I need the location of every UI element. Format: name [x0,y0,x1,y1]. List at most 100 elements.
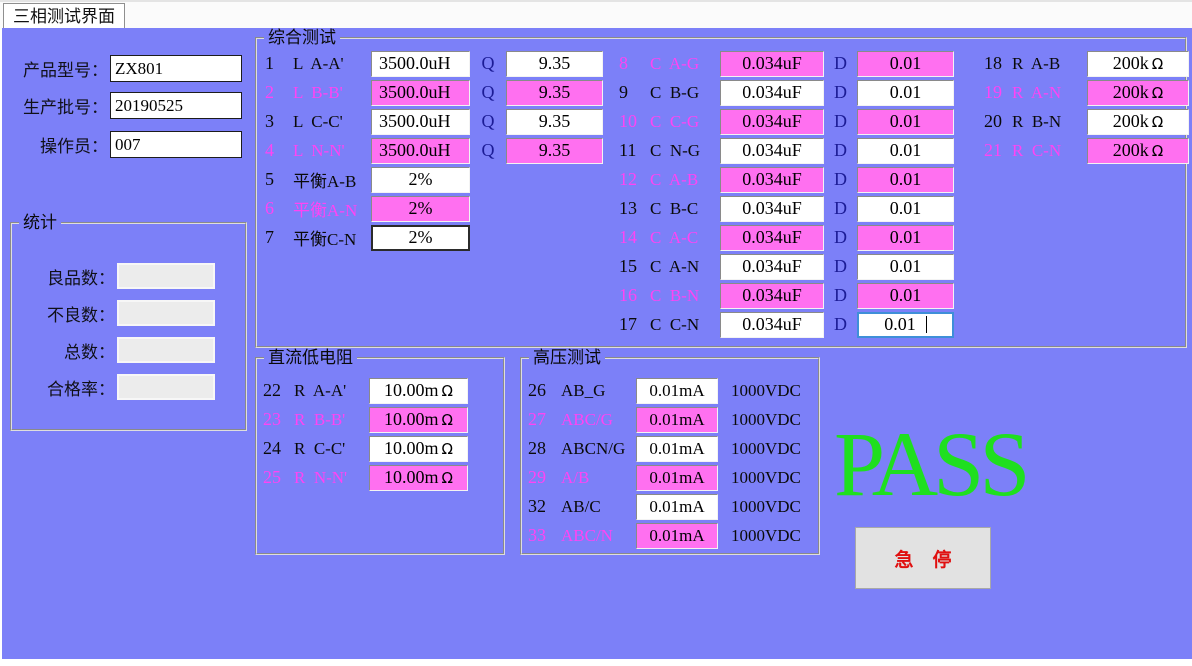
test-point-label: L C-C' [293,112,371,132]
stat-label: 良品数： [20,264,115,289]
test-row: 9 C B-G 0.034uF D 0.01 [619,78,954,107]
measured-value-field[interactable]: 3500.0uH [371,80,470,106]
param-value-field[interactable]: 0.01 [857,283,954,309]
measured-value-field[interactable]: 200kΩ [1087,51,1189,77]
row-number: 21 [984,140,1012,161]
stat-row: 不良数： [20,300,215,326]
param-value-field[interactable]: 0.01 [857,254,954,280]
measured-value-field[interactable]: 10.00mΩ [369,378,468,404]
param-value-field[interactable]: 9.35 [506,80,603,106]
measured-value-field[interactable]: 0.01mA [636,378,718,404]
test-row: 21 R C-N 200kΩ [984,136,1189,165]
param-value-field[interactable]: 9.35 [506,138,603,164]
test-point-label: C C-N [650,315,720,335]
measured-value-field[interactable]: 0.034uF [720,196,824,222]
row-number: 3 [263,111,293,132]
test-row: 25 R N-N' 10.00mΩ [263,463,468,492]
param-value-field[interactable]: 0.01 [857,109,954,135]
measured-value-field[interactable]: 0.034uF [720,51,824,77]
test-point-label: R C-C' [294,439,369,459]
row-number: 17 [619,314,650,335]
measured-value-field[interactable]: 0.034uF [720,312,824,338]
dc-rows: 22 R A-A' 10.00mΩ 23 R B-B' 10.00mΩ 24 R… [263,376,468,492]
measured-value-field[interactable]: 0.034uF [720,138,824,164]
measured-value-field[interactable]: 0.01mA [636,465,718,491]
measured-value-field[interactable]: 200kΩ [1087,80,1189,106]
measured-value-field[interactable]: 10.00mΩ [369,436,468,462]
param-label: D [824,227,857,248]
stat-value-box [117,374,215,400]
stat-row: 良品数： [20,263,215,289]
param-value-field[interactable]: 0.01 [857,51,954,77]
header-field-input[interactable]: ZX801 [110,55,242,82]
tab-three-phase-test[interactable]: 三相测试界面 [3,3,125,29]
stat-label: 总数： [20,338,115,363]
measured-value-field[interactable]: 0.034uF [720,109,824,135]
test-point-label: C A-N [650,257,720,277]
param-value-field[interactable]: 0.01 [857,225,954,251]
test-point-label: C A-B [650,170,720,190]
value-text: 10.00m [384,438,439,459]
test-row: 10 C C-G 0.034uF D 0.01 [619,107,954,136]
inductance-rows: 1 L A-A' 3500.0uH Q 9.35 2 L B-B' 3500.0… [263,49,603,165]
measured-value-field[interactable]: 3500.0uH [371,109,470,135]
row-number: 28 [528,438,561,459]
measured-value-field[interactable]: 3500.0uH [371,51,470,77]
row-number: 16 [619,285,650,306]
test-row: 15 C A-N 0.034uF D 0.01 [619,252,954,281]
param-value-field[interactable]: 0.01 [857,80,954,106]
test-point-label: L A-A' [293,54,371,74]
measured-value-field[interactable]: 2% [371,196,470,222]
test-point-label: C B-C [650,199,720,219]
test-row: 33 ABC/N 0.01mA 1000VDC [528,521,801,550]
test-row: 2 L B-B' 3500.0uH Q 9.35 [263,78,603,107]
test-row: 20 R B-N 200kΩ [984,107,1189,136]
measured-value-field[interactable]: 0.034uF [720,254,824,280]
measured-value-field[interactable]: 0.01mA [636,436,718,462]
measured-value-field[interactable]: 0.034uF [720,80,824,106]
measured-value-field[interactable]: 10.00mΩ [369,465,468,491]
measured-value-field[interactable]: 0.034uF [720,225,824,251]
param-value-field[interactable]: 0.01 [857,196,954,222]
param-value-field[interactable]: 0.01 [857,312,954,338]
hv-rows: 26 AB_G 0.01mA 1000VDC 27 ABC/G 0.01mA 1… [528,376,801,550]
dc-group-title: 直流低电阻 [264,348,357,368]
param-label: D [824,169,857,190]
test-point-label: ABC/G [561,410,636,430]
row-number: 32 [528,496,561,517]
header-field-input[interactable]: 007 [110,131,242,158]
param-value-field[interactable]: 9.35 [506,109,603,135]
row-number: 14 [619,227,650,248]
capacitance-rows: 8 C A-G 0.034uF D 0.01 9 C B-G 0.034uF D… [619,49,954,339]
measured-value-field[interactable]: 200kΩ [1087,109,1189,135]
measured-value-field[interactable]: 0.01mA [636,523,718,549]
param-value-field[interactable]: 0.01 [857,167,954,193]
row-number: 4 [263,140,293,161]
ohm-unit-label: Ω [1152,55,1163,73]
row-number: 20 [984,111,1012,132]
measured-value-field[interactable]: 0.01mA [636,407,718,433]
test-point-label: R C-N [1012,141,1087,161]
measured-value-field[interactable]: 0.034uF [720,167,824,193]
header-field-input[interactable]: 20190525 [110,92,242,119]
param-value-field[interactable]: 9.35 [506,51,603,77]
measured-value-field[interactable]: 10.00mΩ [369,407,468,433]
test-point-label: C N-G [650,141,720,161]
test-row: 22 R A-A' 10.00mΩ [263,376,468,405]
measured-value-field[interactable]: 2% [371,225,470,251]
param-label: D [824,198,857,219]
param-value-field[interactable]: 0.01 [857,138,954,164]
measured-value-field[interactable]: 0.01mA [636,494,718,520]
measured-value-field[interactable]: 200kΩ [1087,138,1189,164]
test-point-label: L N-N' [293,141,371,161]
measured-value-field[interactable]: 2% [371,167,470,193]
test-voltage-label: 1000VDC [731,468,801,488]
measured-value-field[interactable]: 0.034uF [720,283,824,309]
test-row: 7 平衡C-N 2% [263,223,470,252]
param-label: D [824,256,857,277]
emergency-stop-button[interactable]: 急 停 [855,527,991,589]
ohm-unit-label: Ω [442,469,453,487]
test-voltage-label: 1000VDC [731,526,801,546]
measured-value-field[interactable]: 3500.0uH [371,138,470,164]
test-point-label: R A-B [1012,54,1087,74]
